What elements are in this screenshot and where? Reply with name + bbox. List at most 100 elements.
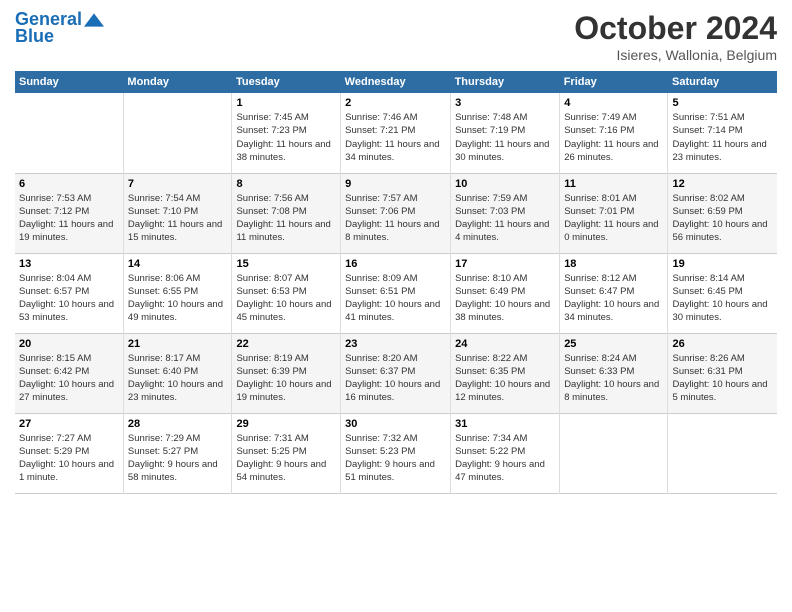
week-row-2: 6Sunrise: 7:53 AMSunset: 7:12 PMDaylight…: [15, 173, 777, 253]
day-info: Sunrise: 7:45 AMSunset: 7:23 PMDaylight:…: [236, 111, 336, 164]
day-info-line: Sunrise: 8:06 AM: [128, 272, 228, 285]
day-info-line: Daylight: 9 hours and 58 minutes.: [128, 458, 228, 485]
calendar-cell: 16Sunrise: 8:09 AMSunset: 6:51 PMDayligh…: [341, 253, 451, 333]
day-info-line: Sunset: 7:06 PM: [345, 205, 446, 218]
day-header-thursday: Thursday: [451, 71, 560, 93]
day-info: Sunrise: 7:57 AMSunset: 7:06 PMDaylight:…: [345, 192, 446, 245]
day-number: 21: [128, 338, 228, 350]
day-number: 24: [455, 338, 555, 350]
day-number: 25: [564, 338, 663, 350]
day-number: 8: [236, 178, 336, 190]
day-info-line: Sunrise: 7:53 AM: [19, 192, 119, 205]
day-info: Sunrise: 8:22 AMSunset: 6:35 PMDaylight:…: [455, 352, 555, 405]
day-info-line: Sunset: 7:08 PM: [236, 205, 336, 218]
day-info-line: Sunrise: 8:02 AM: [672, 192, 773, 205]
day-header-sunday: Sunday: [15, 71, 123, 93]
day-info-line: Daylight: 10 hours and 49 minutes.: [128, 298, 228, 325]
day-info-line: Daylight: 11 hours and 38 minutes.: [236, 138, 336, 165]
calendar-cell: 12Sunrise: 8:02 AMSunset: 6:59 PMDayligh…: [668, 173, 777, 253]
month-title: October 2024: [574, 10, 777, 47]
day-number: 14: [128, 258, 228, 270]
calendar-cell: 4Sunrise: 7:49 AMSunset: 7:16 PMDaylight…: [560, 93, 668, 173]
calendar-cell: 14Sunrise: 8:06 AMSunset: 6:55 PMDayligh…: [123, 253, 232, 333]
day-info-line: Sunset: 6:42 PM: [19, 365, 119, 378]
day-info-line: Sunrise: 7:32 AM: [345, 432, 446, 445]
day-info-line: Sunrise: 8:01 AM: [564, 192, 663, 205]
day-info: Sunrise: 7:54 AMSunset: 7:10 PMDaylight:…: [128, 192, 228, 245]
day-number: 11: [564, 178, 663, 190]
day-info-line: Sunset: 5:29 PM: [19, 445, 119, 458]
day-info-line: Sunrise: 7:48 AM: [455, 111, 555, 124]
day-info-line: Sunset: 7:16 PM: [564, 124, 663, 137]
day-info-line: Daylight: 10 hours and 45 minutes.: [236, 298, 336, 325]
day-number: 10: [455, 178, 555, 190]
logo: General Blue: [15, 10, 104, 47]
day-info-line: Sunrise: 8:15 AM: [19, 352, 119, 365]
calendar-cell: 19Sunrise: 8:14 AMSunset: 6:45 PMDayligh…: [668, 253, 777, 333]
day-info-line: Sunrise: 8:20 AM: [345, 352, 446, 365]
calendar-cell: [15, 93, 123, 173]
week-row-4: 20Sunrise: 8:15 AMSunset: 6:42 PMDayligh…: [15, 333, 777, 413]
day-number: 16: [345, 258, 446, 270]
day-info-line: Sunset: 6:45 PM: [672, 285, 773, 298]
day-info: Sunrise: 7:59 AMSunset: 7:03 PMDaylight:…: [455, 192, 555, 245]
day-info-line: Sunset: 6:47 PM: [564, 285, 663, 298]
day-header-tuesday: Tuesday: [232, 71, 341, 93]
day-info-line: Daylight: 10 hours and 16 minutes.: [345, 378, 446, 405]
day-info: Sunrise: 7:49 AMSunset: 7:16 PMDaylight:…: [564, 111, 663, 164]
day-number: 5: [672, 97, 773, 109]
day-info-line: Sunset: 6:59 PM: [672, 205, 773, 218]
week-row-3: 13Sunrise: 8:04 AMSunset: 6:57 PMDayligh…: [15, 253, 777, 333]
day-info-line: Sunset: 6:39 PM: [236, 365, 336, 378]
day-info-line: Sunrise: 7:45 AM: [236, 111, 336, 124]
day-number: 3: [455, 97, 555, 109]
calendar-cell: 17Sunrise: 8:10 AMSunset: 6:49 PMDayligh…: [451, 253, 560, 333]
week-row-5: 27Sunrise: 7:27 AMSunset: 5:29 PMDayligh…: [15, 413, 777, 493]
day-info: Sunrise: 7:51 AMSunset: 7:14 PMDaylight:…: [672, 111, 773, 164]
day-header-wednesday: Wednesday: [341, 71, 451, 93]
calendar-cell: 29Sunrise: 7:31 AMSunset: 5:25 PMDayligh…: [232, 413, 341, 493]
day-info-line: Sunset: 6:31 PM: [672, 365, 773, 378]
day-number: 15: [236, 258, 336, 270]
day-info-line: Sunset: 7:23 PM: [236, 124, 336, 137]
calendar-cell: 30Sunrise: 7:32 AMSunset: 5:23 PMDayligh…: [341, 413, 451, 493]
day-info-line: Daylight: 11 hours and 0 minutes.: [564, 218, 663, 245]
calendar-cell: 24 Sunrise: 8:22 AMSunset: 6:35 PMDayligh…: [451, 333, 560, 413]
day-info-line: Sunrise: 7:31 AM: [236, 432, 336, 445]
calendar-cell: 20Sunrise: 8:15 AMSunset: 6:42 PMDayligh…: [15, 333, 123, 413]
day-info-line: Sunset: 6:51 PM: [345, 285, 446, 298]
day-info-line: Sunset: 6:33 PM: [564, 365, 663, 378]
day-number: 27: [19, 418, 119, 430]
day-info-line: Daylight: 10 hours and 5 minutes.: [672, 378, 773, 405]
day-info: Sunrise: 7:48 AMSunset: 7:19 PMDaylight:…: [455, 111, 555, 164]
day-number: 29: [236, 418, 336, 430]
day-number: 7: [128, 178, 228, 190]
week-row-1: 1Sunrise: 7:45 AMSunset: 7:23 PMDaylight…: [15, 93, 777, 173]
day-info-line: Sunset: 7:10 PM: [128, 205, 228, 218]
day-info: Sunrise: 8:20 AMSunset: 6:37 PMDaylight:…: [345, 352, 446, 405]
day-info-line: Sunset: 7:01 PM: [564, 205, 663, 218]
day-info: Sunrise: 8:02 AMSunset: 6:59 PMDaylight:…: [672, 192, 773, 245]
day-number: 2: [345, 97, 446, 109]
day-info-line: Daylight: 11 hours and 26 minutes.: [564, 138, 663, 165]
day-info-line: Daylight: 10 hours and 12 minutes.: [455, 378, 555, 405]
day-info-line: Sunrise: 8:09 AM: [345, 272, 446, 285]
day-info-line: Daylight: 9 hours and 51 minutes.: [345, 458, 446, 485]
day-info-line: Sunset: 7:21 PM: [345, 124, 446, 137]
day-info-line: Daylight: 11 hours and 8 minutes.: [345, 218, 446, 245]
calendar-cell: 2Sunrise: 7:46 AMSunset: 7:21 PMDaylight…: [341, 93, 451, 173]
day-info-line: Sunset: 7:03 PM: [455, 205, 555, 218]
calendar-cell: [123, 93, 232, 173]
day-info-line: Sunset: 5:23 PM: [345, 445, 446, 458]
day-info-line: Daylight: 11 hours and 23 minutes.: [672, 138, 773, 165]
calendar-cell: 25Sunrise: 8:24 AMSunset: 6:33 PMDayligh…: [560, 333, 668, 413]
day-info-line: Daylight: 11 hours and 15 minutes.: [128, 218, 228, 245]
calendar-cell: [668, 413, 777, 493]
calendar-table: SundayMondayTuesdayWednesdayThursdayFrid…: [15, 71, 777, 494]
header: General Blue October 2024 Isieres, Wallo…: [15, 10, 777, 63]
calendar-cell: 26Sunrise: 8:26 AMSunset: 6:31 PMDayligh…: [668, 333, 777, 413]
day-info-line: Sunrise: 7:57 AM: [345, 192, 446, 205]
title-block: October 2024 Isieres, Wallonia, Belgium: [574, 10, 777, 63]
day-info-line: Sunset: 7:12 PM: [19, 205, 119, 218]
day-header-saturday: Saturday: [668, 71, 777, 93]
